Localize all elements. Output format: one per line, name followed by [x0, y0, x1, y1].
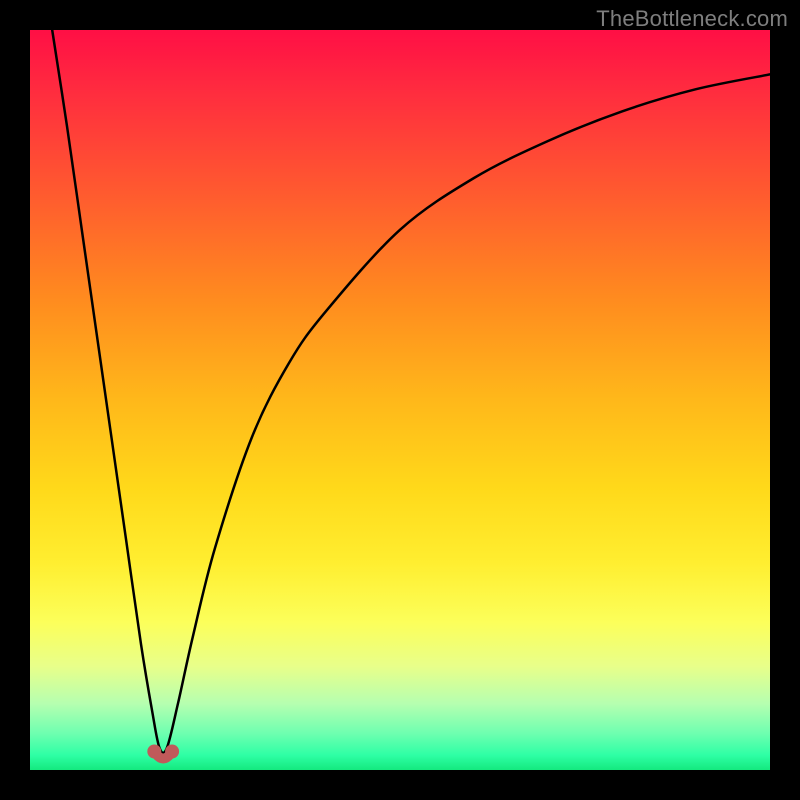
bottleneck-curve-svg — [30, 30, 770, 770]
valley-marker-0 — [147, 745, 161, 759]
curve-markers — [147, 745, 179, 759]
bottleneck-curve-path — [52, 30, 770, 753]
valley-marker-1 — [165, 745, 179, 759]
watermark-label: TheBottleneck.com — [596, 6, 788, 32]
chart-container: TheBottleneck.com — [0, 0, 800, 800]
plot-area — [30, 30, 770, 770]
